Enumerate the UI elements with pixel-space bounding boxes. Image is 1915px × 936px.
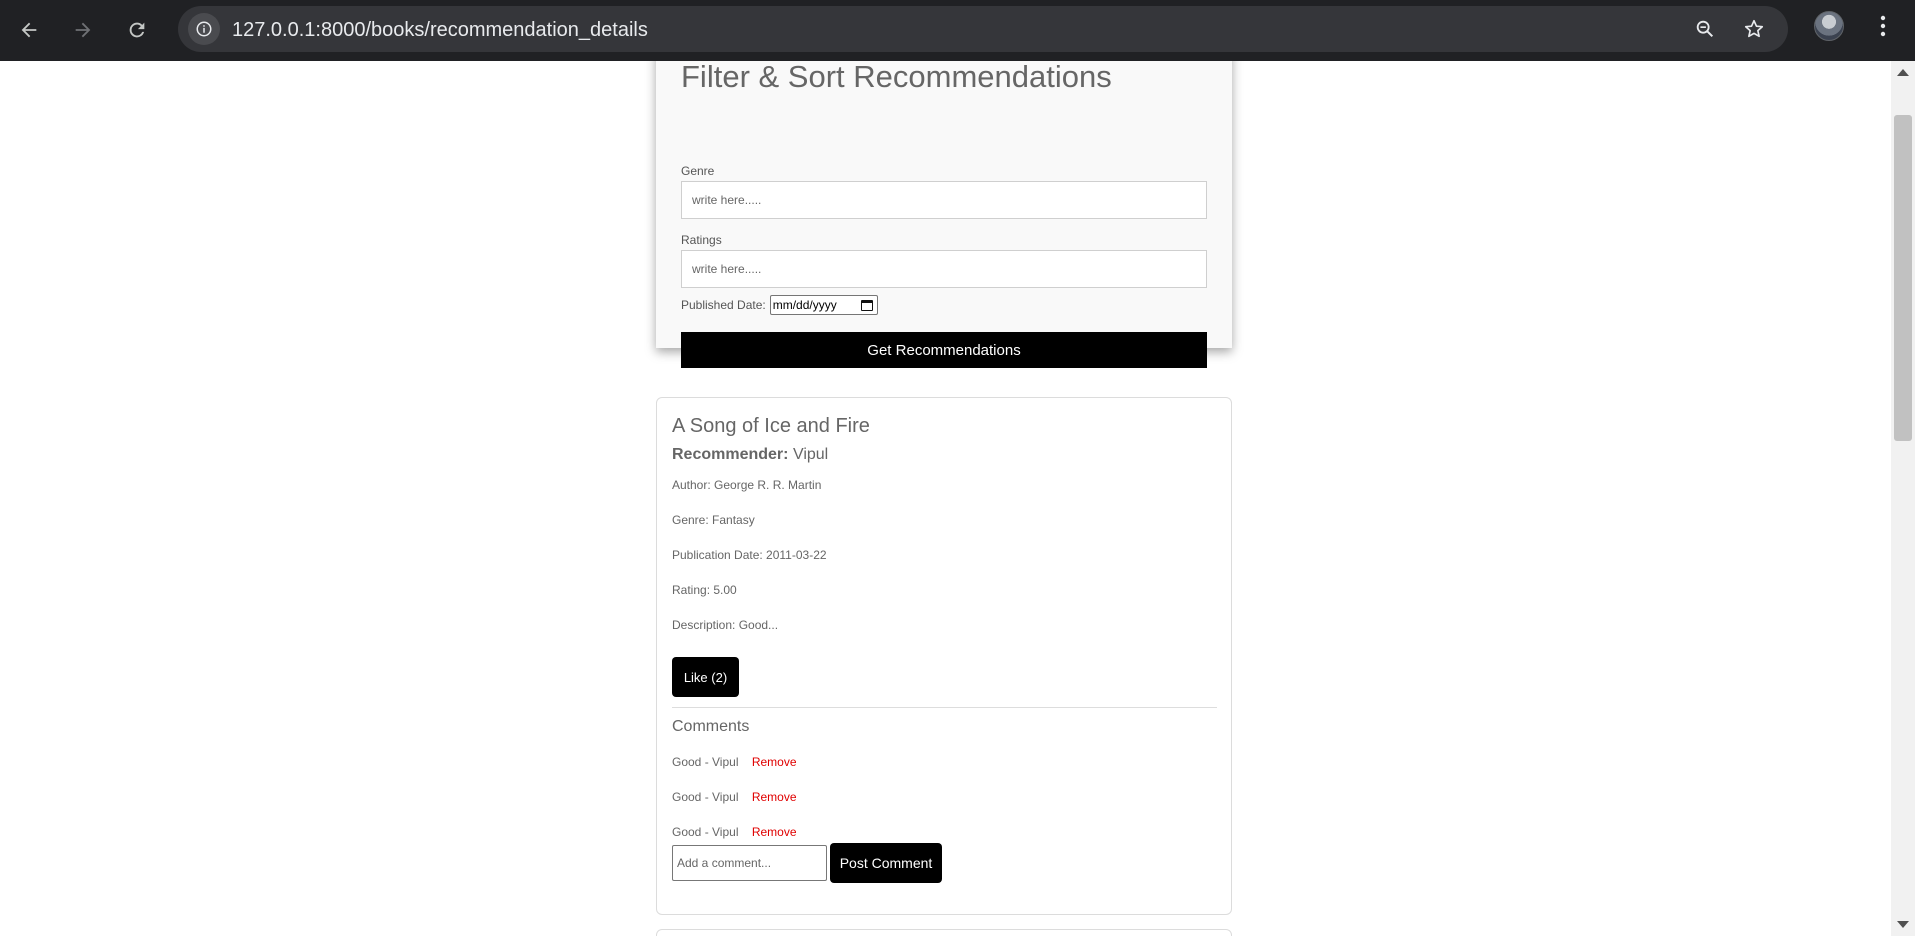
- info-icon: [196, 21, 212, 37]
- reload-button[interactable]: [119, 12, 155, 48]
- scroll-up-arrow-icon[interactable]: [1897, 69, 1909, 76]
- reload-icon: [129, 22, 145, 38]
- page-scrollbar[interactable]: [1891, 61, 1915, 936]
- browser-toolbar: 127.0.0.1:8000/books/recommendation_deta…: [0, 0, 1915, 61]
- comment-input[interactable]: [672, 845, 827, 881]
- scroll-down-arrow-icon[interactable]: [1897, 921, 1909, 928]
- browser-menu-button[interactable]: [1868, 10, 1898, 42]
- book-author: Author: George R. R. Martin: [672, 478, 822, 492]
- avatar[interactable]: [1814, 11, 1844, 41]
- remove-comment-link[interactable]: Remove: [752, 825, 797, 839]
- date-placeholder: mm/dd/yyyy: [772, 298, 837, 312]
- post-comment-button[interactable]: Post Comment: [830, 843, 942, 883]
- ratings-label: Ratings: [681, 233, 722, 247]
- comment-text: Good - Vipul: [672, 790, 739, 804]
- book-publication-date: Publication Date: 2011-03-22: [672, 548, 827, 562]
- book-description: Description: Good...: [672, 618, 779, 632]
- comment-item: Good - Vipul Remove: [672, 790, 797, 804]
- star-icon: [1744, 19, 1764, 38]
- comment-text: Good - Vipul: [672, 755, 739, 769]
- next-recommendation-card: [656, 929, 1232, 936]
- calendar-icon[interactable]: [860, 299, 873, 311]
- address-bar[interactable]: 127.0.0.1:8000/books/recommendation_deta…: [178, 6, 1788, 52]
- forward-button[interactable]: [65, 12, 101, 48]
- like-button[interactable]: Like (2): [672, 657, 739, 697]
- remove-comment-link[interactable]: Remove: [752, 790, 797, 804]
- published-date-label: Published Date:: [681, 298, 766, 312]
- genre-input[interactable]: [681, 181, 1207, 219]
- bookmark-button[interactable]: [1739, 14, 1769, 44]
- genre-label: Genre: [681, 164, 715, 178]
- forward-arrow-icon: [75, 22, 91, 38]
- site-info-button[interactable]: [188, 13, 220, 45]
- page-viewport: Filter & Sort Recommendations Genre Rati…: [0, 61, 1915, 936]
- url-text[interactable]: 127.0.0.1:8000/books/recommendation_deta…: [232, 19, 648, 42]
- book-title: A Song of Ice and Fire: [672, 415, 870, 437]
- recommender-label: Recommender:: [672, 446, 789, 463]
- menu-dots-icon: [1880, 15, 1886, 37]
- book-rating: Rating: 5.00: [672, 583, 737, 597]
- scrollbar-thumb[interactable]: [1894, 115, 1912, 441]
- divider: [672, 707, 1217, 708]
- published-date-input[interactable]: mm/dd/yyyy: [769, 295, 878, 315]
- back-button[interactable]: [11, 12, 47, 48]
- filter-form: Filter & Sort Recommendations Genre Rati…: [656, 61, 1232, 368]
- recommender: Recommender: Vipul: [672, 446, 828, 464]
- comment-text: Good - Vipul: [672, 825, 739, 839]
- comment-item: Good - Vipul Remove: [672, 825, 797, 839]
- back-arrow-icon: [21, 22, 37, 38]
- page-title: Filter & Sort Recommendations: [681, 61, 1112, 94]
- comment-item: Good - Vipul Remove: [672, 755, 797, 769]
- recommendation-card: A Song of Ice and Fire Recommender: Vipu…: [656, 397, 1232, 915]
- recommender-name: Vipul: [792, 446, 829, 463]
- book-genre: Genre: Fantasy: [672, 513, 755, 527]
- comments-heading: Comments: [672, 718, 750, 735]
- remove-comment-link[interactable]: Remove: [752, 755, 797, 769]
- published-date-row: Published Date: mm/dd/yyyy: [681, 295, 878, 315]
- ratings-input[interactable]: [681, 250, 1207, 288]
- get-recommendations-button[interactable]: Get Recommendations: [681, 332, 1207, 368]
- zoom-icon: [1696, 20, 1714, 38]
- zoom-button[interactable]: [1690, 14, 1720, 44]
